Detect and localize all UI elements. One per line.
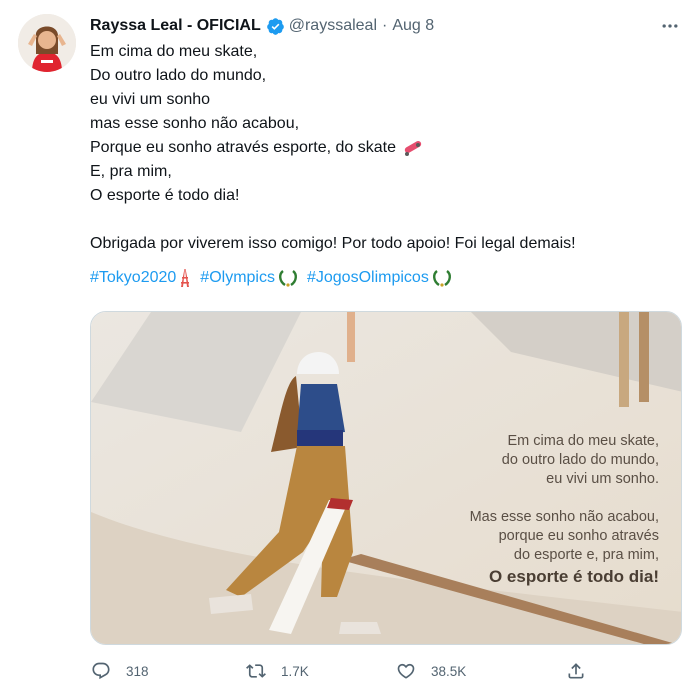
- overlay-line: porque eu sonho através: [498, 528, 659, 544]
- overlay-line: do esporte e, pra mim,: [513, 547, 659, 563]
- retweet-button[interactable]: 1.7K: [245, 660, 309, 682]
- tweet-line: Obrigada por viverem isso comigo! Por to…: [90, 235, 576, 252]
- retweet-count: 1.7K: [281, 663, 309, 679]
- overlay-line: Em cima do meu skate,: [507, 433, 660, 449]
- overlay-line: Mas esse sonho não acabou,: [469, 509, 659, 525]
- avatar[interactable]: [18, 14, 76, 72]
- hashtag-row: #Tokyo2020 #Olympics #JogosOlimpicos: [90, 266, 680, 290]
- laurel-icon: [431, 268, 453, 288]
- separator-dot: ·: [382, 17, 388, 34]
- overlay-line: eu vivi um sonho.: [546, 471, 659, 487]
- reply-icon: [90, 660, 112, 682]
- heart-icon: [395, 660, 417, 682]
- tweet-line-skate: Porque eu sonho através esporte, do skat…: [90, 136, 680, 160]
- action-bar: 318 1.7K 38.5K: [90, 655, 600, 687]
- tweet-line: Do outro lado do mundo,: [90, 67, 267, 84]
- tweet-header: Rayssa Leal - OFICIAL @rayssaleal · Aug …: [90, 15, 684, 37]
- overlay-line: do outro lado do mundo,: [501, 452, 659, 468]
- share-button[interactable]: [565, 660, 587, 682]
- reply-button[interactable]: 318: [90, 660, 149, 682]
- hashtag-olympics[interactable]: #Olympics: [200, 266, 275, 290]
- overlay-gap: [359, 489, 659, 508]
- tweet-line: mas esse sonho não acabou,: [90, 115, 300, 132]
- tweet-line: O esporte é todo dia!: [90, 187, 240, 204]
- laurel-icon: [277, 268, 299, 288]
- skateboard-icon: [402, 139, 424, 157]
- share-icon: [565, 660, 587, 682]
- tweet-date[interactable]: Aug 8: [392, 17, 434, 35]
- tweet-line-text: Porque eu sonho através esporte, do skat…: [90, 139, 396, 156]
- tweet-text: Em cima do meu skate, Do outro lado do m…: [90, 40, 680, 290]
- tweet-line: eu vivi um sonho: [90, 91, 211, 108]
- hashtag-jogosolimpicos[interactable]: #JogosOlimpicos: [307, 266, 429, 290]
- like-button[interactable]: 38.5K: [395, 660, 466, 682]
- more-options-icon[interactable]: [656, 13, 684, 39]
- retweet-icon: [245, 660, 267, 682]
- tweet-line: E, pra mim,: [90, 163, 172, 180]
- tweet-line: Em cima do meu skate,: [90, 43, 258, 60]
- reply-count: 318: [126, 663, 149, 679]
- verified-badge-icon: [266, 17, 285, 36]
- media-overlay-text: Em cima do meu skate, do outro lado do m…: [359, 432, 659, 588]
- hashtag-tokyo2020[interactable]: #Tokyo2020: [90, 266, 176, 290]
- handle[interactable]: @rayssaleal: [289, 17, 377, 35]
- like-count: 38.5K: [431, 663, 467, 679]
- avatar-image: [18, 14, 76, 72]
- overlay-headline: O esporte é todo dia!: [488, 567, 659, 586]
- tweet-media[interactable]: Em cima do meu skate, do outro lado do m…: [90, 311, 682, 645]
- display-name[interactable]: Rayssa Leal - OFICIAL: [90, 17, 261, 35]
- tokyo-tower-icon: [178, 268, 192, 288]
